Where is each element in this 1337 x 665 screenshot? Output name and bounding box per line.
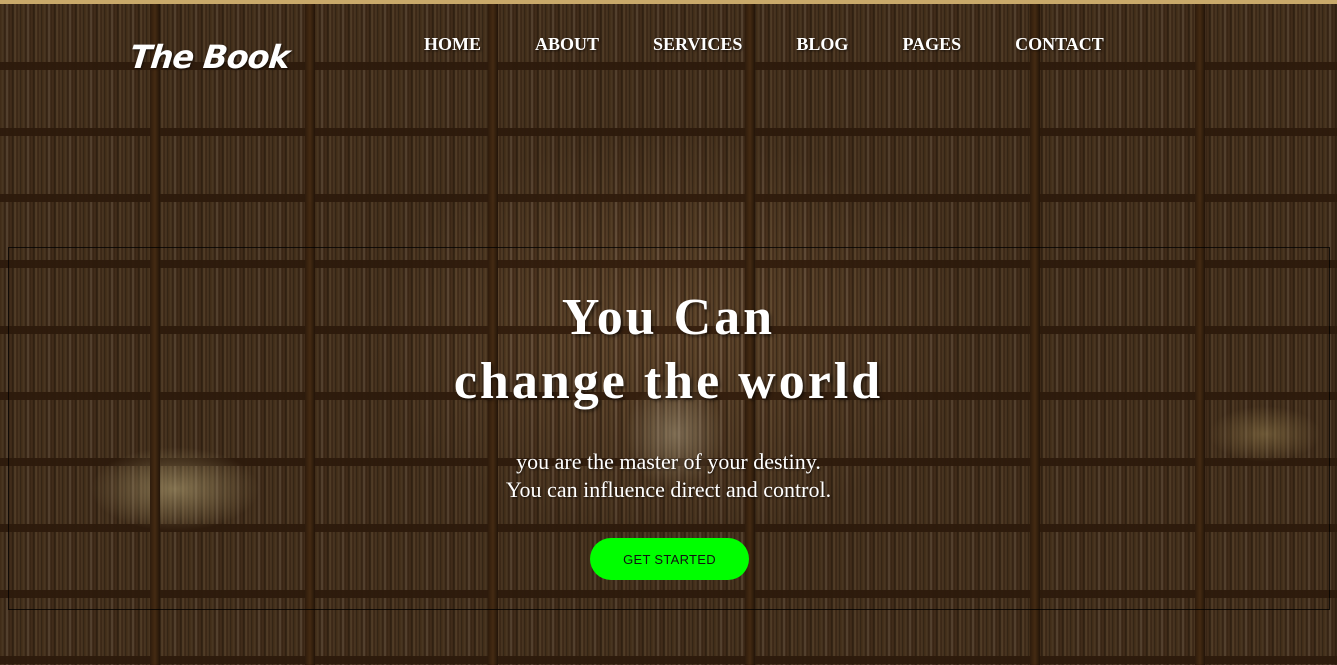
nav-contact[interactable]: CONTACT (1015, 34, 1104, 55)
nav-pages[interactable]: PAGES (902, 34, 961, 55)
subtext-line-2: You can influence direct and control. (505, 477, 832, 502)
nav-blog[interactable]: BLOG (796, 34, 848, 55)
hero-section: The Book HOME ABOUT SERVICES BLOG PAGES … (0, 0, 1337, 665)
headline-line-2: change the world (453, 353, 884, 410)
nav-about[interactable]: ABOUT (535, 34, 599, 55)
subtext-line-1: you are the master of your destiny. (516, 449, 821, 474)
hero-subtext: you are the master of your destiny. You … (0, 448, 1337, 504)
headline-line-1: You Can (561, 289, 776, 346)
site-logo[interactable]: The Book (128, 38, 291, 76)
nav-home[interactable]: HOME (424, 34, 481, 55)
nav-services[interactable]: SERVICES (653, 34, 742, 55)
hero-headline: You Can change the world (0, 286, 1337, 414)
main-nav: HOME ABOUT SERVICES BLOG PAGES CONTACT (424, 34, 1104, 55)
get-started-button[interactable]: GET STARTED (590, 538, 749, 580)
